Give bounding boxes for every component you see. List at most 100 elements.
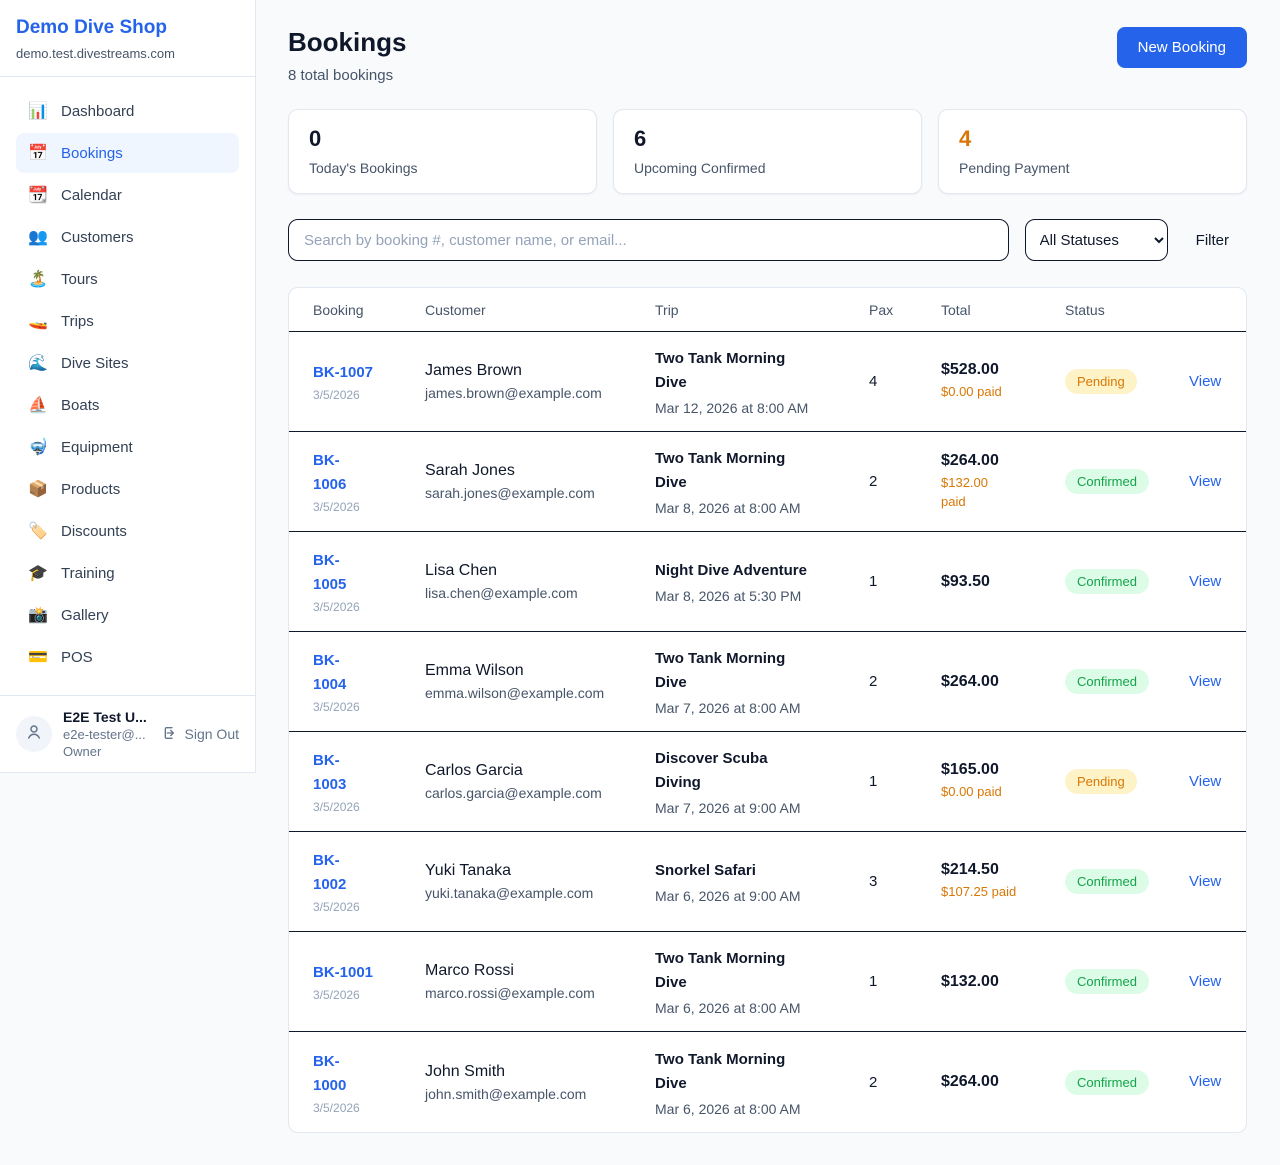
stat-value: 4 (959, 127, 1226, 151)
trip-cell: Two Tank Morning Dive Mar 8, 2026 at 8:0… (655, 447, 869, 516)
customer-email: john.smith@example.com (425, 1086, 655, 1102)
sidebar-item-gallery[interactable]: 📸 Gallery (16, 595, 239, 635)
stat-card: 4 Pending Payment (938, 109, 1247, 194)
sidebar-item-label: Bookings (61, 145, 123, 162)
sidebar-item-label: Dashboard (61, 103, 134, 120)
sidebar-item-products[interactable]: 📦 Products (16, 469, 239, 509)
user-info: E2E Test U... e2e-tester@... Owner (63, 709, 151, 759)
booking-id-link[interactable]: BK-1001 (313, 961, 373, 985)
search-input[interactable] (288, 219, 1009, 261)
total-amount: $264.00 (941, 452, 1065, 470)
user-name: E2E Test U... (63, 709, 151, 725)
status-badge: Confirmed (1065, 1070, 1149, 1095)
paid-amount: $0.00 paid (941, 383, 1065, 402)
pax-count: 1 (869, 773, 941, 790)
view-link[interactable]: View (1189, 673, 1221, 690)
trip-name: Two Tank Morning Dive (655, 647, 869, 695)
total-amount: $214.50 (941, 861, 1065, 879)
trip-datetime: Mar 8, 2026 at 8:00 AM (655, 500, 869, 516)
view-link[interactable]: View (1189, 873, 1221, 890)
sidebar-item-dashboard[interactable]: 📊 Dashboard (16, 91, 239, 131)
brand-block: Demo Dive Shop demo.test.divestreams.com (0, 0, 255, 77)
status-cell: Pending (1065, 769, 1189, 794)
sidebar-item-boats[interactable]: ⛵ Boats (16, 385, 239, 425)
sidebar-item-bookings[interactable]: 📅 Bookings (16, 133, 239, 173)
pax-count: 3 (869, 873, 941, 890)
booking-id-link[interactable]: BK- 1002 (313, 849, 346, 897)
sidebar-item-dive-sites[interactable]: 🌊 Dive Sites (16, 343, 239, 383)
trip-name: Snorkel Safari (655, 859, 869, 883)
trip-cell: Two Tank Morning Dive Mar 7, 2026 at 8:0… (655, 647, 869, 716)
trip-datetime: Mar 6, 2026 at 9:00 AM (655, 888, 869, 904)
people-icon: 👥 (28, 227, 48, 247)
trip-name: Night Dive Adventure (655, 559, 869, 583)
customer-name: Lisa Chen (425, 562, 655, 580)
sign-out-button[interactable]: Sign Out (162, 725, 239, 744)
trip-cell: Two Tank Morning Dive Mar 6, 2026 at 8:0… (655, 1048, 869, 1117)
sidebar-item-pos[interactable]: 💳 POS (16, 637, 239, 677)
booking-id-link[interactable]: BK- 1000 (313, 1050, 346, 1098)
sidebar-nav: 📊 Dashboard 📅 Bookings 📆 Calendar 👥 Cust… (0, 77, 255, 695)
status-badge: Confirmed (1065, 969, 1149, 994)
sidebar-item-discounts[interactable]: 🏷️ Discounts (16, 511, 239, 551)
stat-label: Upcoming Confirmed (634, 160, 901, 176)
booking-date: 3/5/2026 (313, 388, 425, 402)
stat-label: Pending Payment (959, 160, 1226, 176)
view-link[interactable]: View (1189, 773, 1221, 790)
booking-cell: BK- 1004 3/5/2026 (313, 649, 425, 714)
sidebar-item-training[interactable]: 🎓 Training (16, 553, 239, 593)
island-icon: 🏝️ (28, 269, 48, 289)
booking-id-link[interactable]: BK- 1003 (313, 749, 346, 797)
total-amount: $264.00 (941, 1073, 1065, 1091)
bar-chart-icon: 📊 (28, 101, 48, 121)
speedboat-icon: 🚤 (28, 311, 48, 331)
brand-name: Demo Dive Shop (16, 17, 239, 39)
new-booking-button[interactable]: New Booking (1117, 27, 1247, 68)
stats-cards: 0 Today's Bookings 6 Upcoming Confirmed … (288, 109, 1247, 194)
booking-id-link[interactable]: BK-1007 (313, 361, 373, 385)
customer-cell: Yuki Tanaka yuki.tanaka@example.com (425, 862, 655, 901)
view-link[interactable]: View (1189, 373, 1221, 390)
filter-button[interactable]: Filter (1184, 232, 1247, 249)
status-filter-select[interactable]: All Statuses (1025, 219, 1168, 261)
actions-cell: View (1189, 373, 1222, 391)
view-link[interactable]: View (1189, 573, 1221, 590)
trip-name: Two Tank Morning Dive (655, 947, 869, 995)
sidebar-item-label: Calendar (61, 187, 122, 204)
column-header-total: Total (941, 302, 1065, 318)
booking-date: 3/5/2026 (313, 800, 425, 814)
status-badge: Confirmed (1065, 669, 1149, 694)
sidebar-item-tours[interactable]: 🏝️ Tours (16, 259, 239, 299)
bookings-table-body: BK-1007 3/5/2026 James Brown james.brown… (289, 332, 1246, 1132)
booking-id-link[interactable]: BK- 1005 (313, 549, 346, 597)
sidebar-item-label: Trips (61, 313, 94, 330)
view-link[interactable]: View (1189, 1073, 1221, 1090)
sidebar-item-customers[interactable]: 👥 Customers (16, 217, 239, 257)
sidebar-item-trips[interactable]: 🚤 Trips (16, 301, 239, 341)
status-cell: Confirmed (1065, 969, 1189, 994)
trip-datetime: Mar 12, 2026 at 8:00 AM (655, 400, 869, 416)
trip-datetime: Mar 6, 2026 at 8:00 AM (655, 1101, 869, 1117)
trip-datetime: Mar 7, 2026 at 8:00 AM (655, 700, 869, 716)
paid-amount: $132.00 paid (941, 474, 1065, 512)
total-cell: $264.00 (941, 1073, 1065, 1091)
customer-name: James Brown (425, 362, 655, 380)
booking-cell: BK- 1005 3/5/2026 (313, 549, 425, 614)
total-cell: $264.00 (941, 673, 1065, 691)
sign-out-label: Sign Out (185, 726, 239, 742)
status-badge: Confirmed (1065, 469, 1149, 494)
actions-cell: View (1189, 573, 1222, 591)
sidebar-item-calendar[interactable]: 📆 Calendar (16, 175, 239, 215)
booking-id-link[interactable]: BK- 1006 (313, 449, 346, 497)
customer-name: John Smith (425, 1063, 655, 1081)
column-header-booking: Booking (313, 302, 425, 318)
booking-date: 3/5/2026 (313, 700, 425, 714)
view-link[interactable]: View (1189, 473, 1221, 490)
booking-date: 3/5/2026 (313, 500, 425, 514)
view-link[interactable]: View (1189, 973, 1221, 990)
sidebar-item-equipment[interactable]: 🤿 Equipment (16, 427, 239, 467)
person-icon (25, 723, 43, 746)
trip-cell: Two Tank Morning Dive Mar 12, 2026 at 8:… (655, 347, 869, 416)
booking-id-link[interactable]: BK- 1004 (313, 649, 346, 697)
status-badge: Confirmed (1065, 569, 1149, 594)
